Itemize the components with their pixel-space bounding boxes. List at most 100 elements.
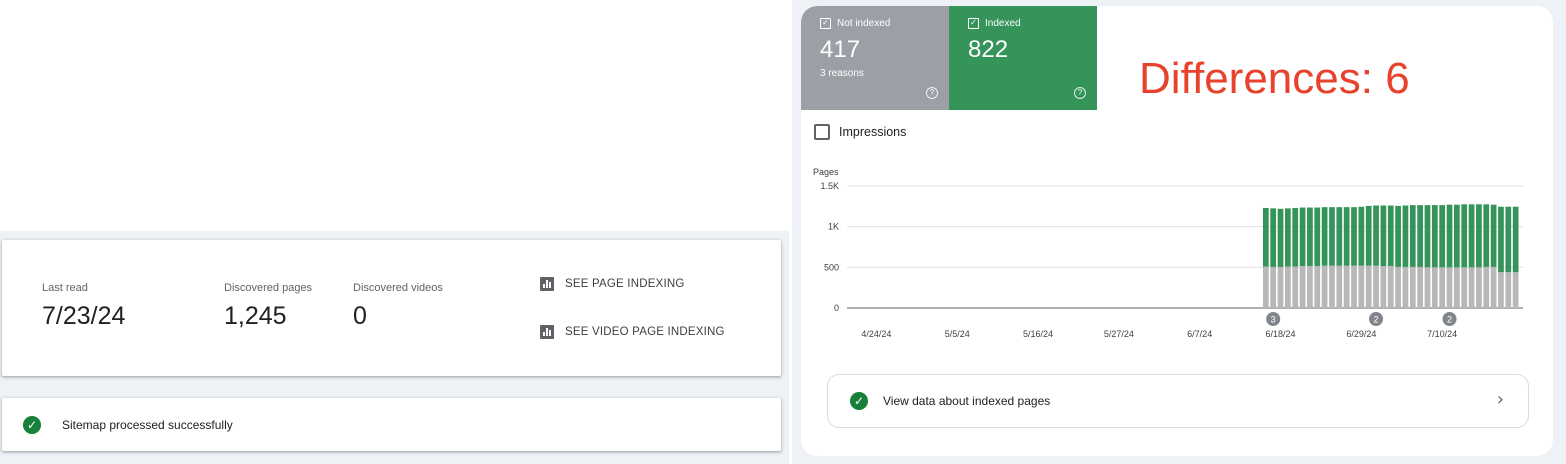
indexed-bar	[1468, 204, 1475, 268]
indexed-bar	[1461, 204, 1468, 268]
not-indexed-bar	[1402, 266, 1409, 308]
not-indexed-bar	[1351, 265, 1357, 308]
discovered-videos-value: 0	[353, 302, 367, 330]
checkbox-checked-icon[interactable]: ✓	[968, 18, 979, 29]
x-tick-label: 5/27/24	[1104, 329, 1134, 339]
not-indexed-bar	[1387, 266, 1394, 308]
success-check-icon: ✓	[850, 392, 868, 410]
x-tick-label: 6/29/24	[1346, 329, 1376, 339]
not-indexed-bar	[1314, 266, 1321, 308]
differences-overlay: Differences: 6	[1139, 54, 1410, 103]
indexed-bar	[1483, 204, 1490, 267]
see-video-page-indexing-label: SEE VIDEO PAGE INDEXING	[565, 326, 725, 338]
not-indexed-reasons: 3 reasons	[820, 68, 864, 79]
not-indexed-bar	[1490, 266, 1497, 308]
help-icon[interactable]: ?	[926, 87, 938, 99]
indexed-bar	[1365, 205, 1372, 266]
success-check-icon: ✓	[23, 416, 41, 434]
bar-chart-icon	[540, 325, 554, 339]
discovered-pages-value: 1,245	[224, 302, 287, 330]
y-tick-label: 1K	[828, 222, 839, 232]
see-video-page-indexing-link[interactable]: SEE VIDEO PAGE INDEXING	[540, 325, 725, 339]
discovered-pages-stat: Discovered pages 1,245	[224, 282, 312, 331]
indexed-bar	[1417, 205, 1423, 267]
not-indexed-bar	[1417, 266, 1423, 308]
not-indexed-bar	[1285, 266, 1291, 308]
discovered-videos-stat: Discovered videos 0	[353, 282, 443, 331]
not-indexed-bar	[1424, 267, 1431, 308]
indexed-bar	[1299, 207, 1306, 267]
not-indexed-bar	[1270, 266, 1277, 308]
sitemap-status-card: ✓ Sitemap processed successfully	[2, 398, 781, 451]
indexed-bar	[1292, 207, 1299, 267]
indexed-tile[interactable]: ✓ Indexed 822 ?	[949, 6, 1097, 110]
not-indexed-bar	[1380, 266, 1387, 308]
help-icon[interactable]: ?	[1074, 87, 1086, 99]
not-indexed-bar	[1454, 267, 1460, 308]
indexed-bar	[1387, 205, 1394, 267]
indexing-panel: ✓ Not indexed 417 3 reasons ? ✓ Indexed …	[801, 6, 1553, 456]
indexed-bar	[1490, 204, 1497, 267]
last-read-stat: Last read 7/23/24	[42, 282, 125, 331]
indexed-bar	[1285, 208, 1291, 267]
indexed-bar	[1329, 207, 1335, 266]
indexed-label: Indexed	[985, 18, 1021, 29]
see-page-indexing-label: SEE PAGE INDEXING	[565, 278, 685, 290]
checkbox-checked-icon[interactable]: ✓	[820, 18, 831, 29]
x-tick-label: 7/10/24	[1427, 329, 1457, 339]
not-indexed-bar	[1343, 265, 1350, 308]
sitemap-stats-card: Last read 7/23/24 Discovered pages 1,245…	[2, 240, 781, 376]
indexed-bar	[1270, 208, 1277, 267]
indexed-bar	[1351, 207, 1357, 266]
not-indexed-bar	[1483, 266, 1490, 308]
not-indexed-bar	[1498, 272, 1504, 308]
see-page-indexing-link[interactable]: SEE PAGE INDEXING	[540, 277, 685, 291]
discovered-videos-label: Discovered videos	[353, 282, 443, 294]
checkbox-unchecked-icon[interactable]	[814, 124, 830, 140]
not-indexed-bar	[1395, 266, 1401, 308]
impressions-toggle[interactable]: Impressions	[814, 124, 906, 140]
not-indexed-bar	[1468, 267, 1475, 308]
not-indexed-bar	[1277, 266, 1284, 308]
not-indexed-bar	[1365, 265, 1372, 308]
x-tick-label: 6/7/24	[1187, 329, 1212, 339]
indexed-bar	[1439, 205, 1446, 268]
not-indexed-bar	[1505, 272, 1512, 308]
last-read-label: Last read	[42, 282, 88, 294]
indexed-bar	[1373, 205, 1379, 266]
indexed-bar	[1307, 207, 1313, 267]
indexed-bar	[1343, 207, 1350, 266]
not-indexed-bar	[1329, 265, 1335, 308]
indexed-bar	[1431, 205, 1438, 268]
view-indexed-pages-label: View data about indexed pages	[883, 394, 1051, 408]
indexed-bar	[1277, 208, 1284, 267]
indexed-bar	[1380, 205, 1387, 267]
indexed-bar	[1424, 205, 1431, 268]
not-indexed-bar	[1373, 265, 1379, 308]
last-read-value: 7/23/24	[42, 302, 126, 330]
x-tick-label: 5/16/24	[1023, 329, 1053, 339]
indexed-count: 822	[968, 36, 1009, 63]
annotation-label: 3	[1271, 315, 1276, 325]
not-indexed-bar	[1321, 265, 1328, 308]
bar-chart-icon	[540, 277, 554, 291]
x-tick-label: 5/5/24	[945, 329, 970, 339]
chevron-right-icon: ›	[1496, 389, 1504, 410]
not-indexed-label: Not indexed	[837, 18, 891, 29]
not-indexed-bar	[1307, 266, 1313, 308]
indexed-bar	[1262, 207, 1269, 267]
not-indexed-bar	[1299, 266, 1306, 308]
x-tick-label: 4/24/24	[861, 329, 891, 339]
not-indexed-bar	[1409, 266, 1416, 308]
not-indexed-bar	[1439, 267, 1446, 308]
not-indexed-bar	[1358, 265, 1365, 308]
y-tick-label: 500	[824, 262, 839, 272]
y-axis-title: Pages	[813, 167, 839, 177]
view-indexed-pages-row[interactable]: ✓ View data about indexed pages ›	[827, 374, 1529, 428]
x-tick-label: 6/18/24	[1266, 329, 1296, 339]
indexed-bar	[1402, 205, 1409, 267]
not-indexed-tile[interactable]: ✓ Not indexed 417 3 reasons ?	[801, 6, 949, 110]
not-indexed-bar	[1431, 267, 1438, 308]
indexed-bar	[1512, 206, 1519, 273]
indexed-bar	[1409, 205, 1416, 267]
